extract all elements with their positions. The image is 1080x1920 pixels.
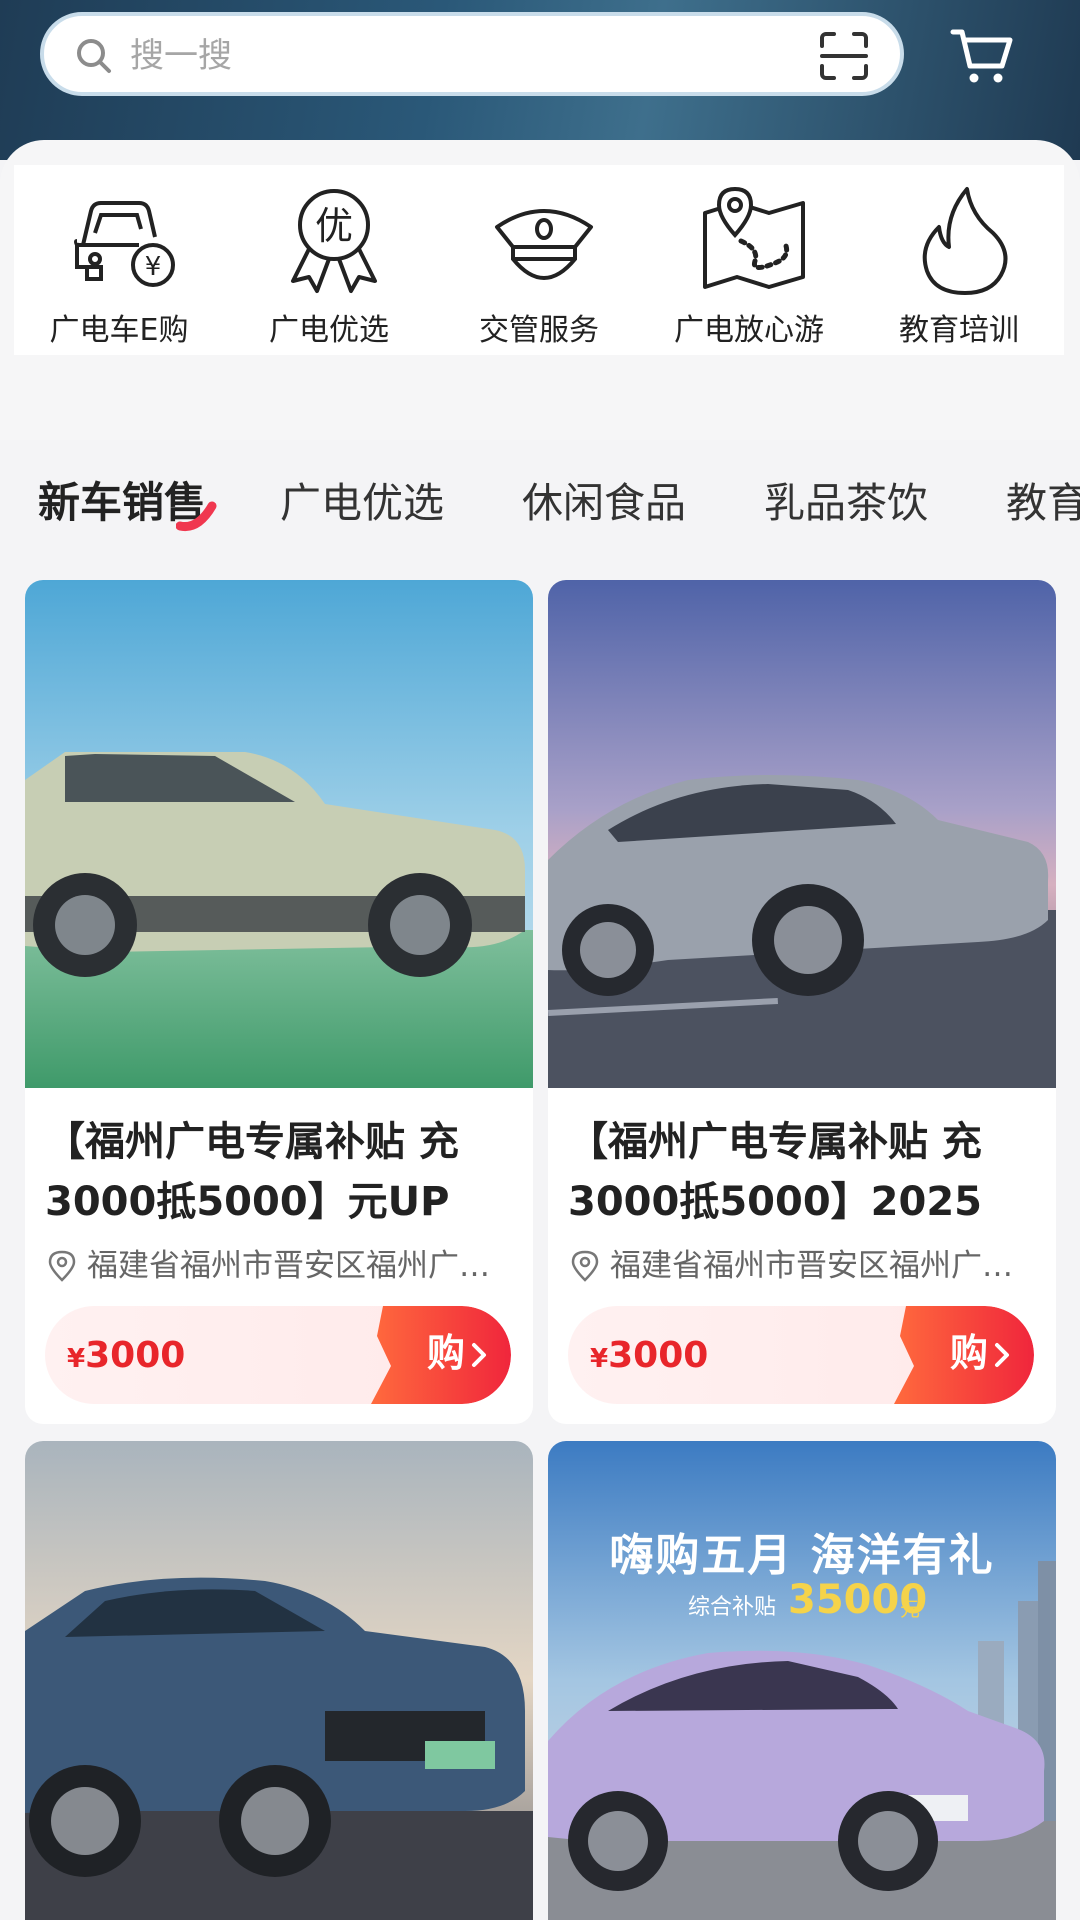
service-label: 广电优选 (269, 313, 389, 348)
blue-suv-photo (25, 1441, 533, 1920)
tab-snacks[interactable]: 休闲食品 (522, 478, 686, 528)
product-card[interactable] (25, 1441, 533, 1920)
service-selection[interactable]: 优 广电优选 (224, 165, 434, 355)
scan-icon[interactable] (818, 30, 870, 82)
cart-icon[interactable] (950, 26, 1016, 86)
quality-badge-icon: 优 (291, 189, 377, 293)
product-price: ¥3000 (67, 1335, 186, 1376)
tab-education[interactable]: 教育 (1006, 478, 1080, 528)
tab-gd-selection[interactable]: 广电优选 (280, 478, 444, 528)
banner-headline: 嗨购五月 海洋有礼 (609, 1530, 995, 1581)
service-car-ebuy[interactable]: ¥ 广电车E购 (14, 165, 224, 355)
search-input[interactable]: 搜一搜 (130, 36, 232, 76)
chevron-right-icon (995, 1343, 1009, 1367)
active-tab-indicator (176, 501, 217, 532)
service-travel[interactable]: 广电放心游 (644, 165, 854, 355)
product-title[interactable]: 【福州广电专属补贴 充3000抵5000】2025款... (568, 1112, 1038, 1232)
svg-text:优: 优 (315, 204, 353, 248)
search-icon (77, 39, 111, 73)
location-pin-icon (571, 1250, 599, 1282)
travel-map-icon (703, 186, 805, 289)
car-yuan-icon: ¥ (74, 201, 175, 287)
location-pin-icon (48, 1250, 76, 1282)
product-card[interactable]: 嗨购五月 海洋有礼 综合补贴 35000 元 (548, 1441, 1056, 1920)
banner-subsidy-unit: 元 (900, 1597, 920, 1621)
service-label: 广电放心游 (674, 313, 824, 348)
service-label: 教育培训 (899, 313, 1019, 348)
svg-text:¥: ¥ (145, 252, 162, 282)
flame-icon (922, 187, 1008, 295)
product-card[interactable]: 【福州广电专属补贴 充3000抵5000】2025款... 福建省福州市晋安区福… (548, 580, 1056, 1424)
product-address: 福建省福州市晋安区福州广电大厦 (87, 1248, 507, 1284)
buy-label[interactable]: 购 (950, 1328, 988, 1378)
top-header: 搜一搜 (0, 0, 1080, 160)
service-label: 广电车E购 (49, 313, 189, 348)
buy-label[interactable]: 购 (427, 1328, 465, 1378)
service-education[interactable]: 教育培训 (854, 165, 1064, 355)
product-address: 福建省福州市晋安区福州广电大厦 (610, 1248, 1030, 1284)
green-suv-photo (25, 580, 533, 1088)
product-price: ¥3000 (590, 1335, 709, 1376)
silver-coupe-suv-photo (548, 580, 1056, 1088)
product-title[interactable]: 【福州广电专属补贴 充3000抵5000】元UP (45, 1112, 515, 1232)
price-bar[interactable]: ¥3000 购 (568, 1306, 1034, 1404)
search-bar[interactable]: 搜一搜 (40, 12, 904, 96)
service-label: 交管服务 (479, 313, 599, 348)
police-cap-icon (495, 209, 593, 280)
service-traffic[interactable]: 交管服务 (434, 165, 644, 355)
purple-sedan-banner (548, 1441, 1056, 1920)
chevron-right-icon (472, 1343, 486, 1367)
service-grid: ¥ 广电车E购 优 广电优选 交管服务 广电放心游 教育培训 (14, 165, 1064, 355)
product-card[interactable]: 【福州广电专属补贴 充3000抵5000】元UP 福建省福州市晋安区福州广电大厦… (25, 580, 533, 1424)
price-bar[interactable]: ¥3000 购 (45, 1306, 511, 1404)
banner-subsidy-label: 综合补贴 (688, 1595, 777, 1620)
tab-dairy-tea[interactable]: 乳品茶饮 (764, 478, 928, 528)
